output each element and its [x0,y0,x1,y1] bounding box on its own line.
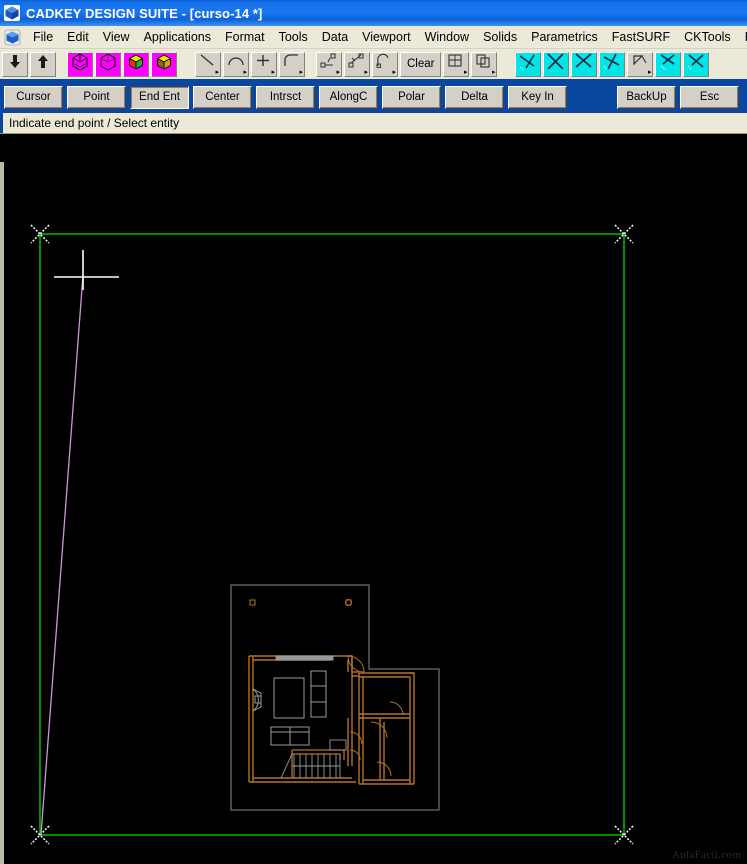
chevron-down-icon: ▸ [336,68,340,76]
staircase [280,749,345,779]
menu-item-help[interactable]: Help [738,28,747,46]
menu-item-edit[interactable]: Edit [60,28,96,46]
menu-item-solids[interactable]: Solids [476,28,524,46]
prompt-text: Indicate end point / Select entity [9,116,180,130]
chevron-down-icon: ▸ [364,68,368,76]
window-title-text: CADKEY DESIGN SUITE - [curso-14 *] [26,5,263,21]
trim-divide-icon [517,53,539,76]
menu-item-cktools[interactable]: CKTools [677,28,738,46]
alongc-mode-button[interactable]: AlongC [319,85,378,109]
furniture [252,655,334,746]
menu-item-view[interactable]: View [96,28,137,46]
position-mode-bar: Cursor Point End Ent Center Intrsct Alon… [0,81,747,113]
window-title-bar: CADKEY DESIGN SUITE - [curso-14 *] [0,0,747,26]
crosshatch-button[interactable]: ▸ [443,51,470,77]
cursor-mode-button[interactable]: Cursor [4,85,63,109]
menu-item-file[interactable]: File [26,28,60,46]
move-up-button[interactable] [30,51,56,77]
stair-upper-block [329,739,347,751]
arc-tool-button[interactable]: ▸ [223,51,249,77]
site-watermark: AulaFacil.com [672,849,741,861]
key-in-mode-button[interactable]: Key In [508,85,567,109]
trim-divide-button[interactable] [515,51,542,77]
menu-item-fastsurf[interactable]: FastSURF [605,28,677,46]
plot-outline [230,584,440,811]
wireframe-view-button[interactable] [67,51,93,77]
drawing-canvas[interactable]: AulaFacil.com [0,162,747,864]
menu-bar: File Edit View Applications Format Tools… [0,26,747,49]
rubber-band-line [40,274,84,836]
menu-item-tools[interactable]: Tools [272,28,315,46]
trim-x-icon [545,53,567,76]
chevron-down-icon: ▸ [392,68,396,76]
trim-first-button[interactable] [543,51,570,77]
menu-item-parametrics[interactable]: Parametrics [524,28,605,46]
line-tool-button[interactable]: ▸ [195,51,221,77]
esc-button[interactable]: Esc [680,85,739,109]
chevron-down-icon: ▸ [491,68,496,76]
drawing-viewport[interactable] [4,162,747,864]
chevron-down-icon: ▸ [243,68,247,76]
dimension-linear-button[interactable]: ▸ [316,51,342,77]
trim-double-button[interactable] [599,51,626,77]
shaded-view-button[interactable] [123,51,149,77]
arrow-up-icon [36,54,50,74]
delta-mode-button[interactable]: Delta [445,85,504,109]
crosshair-cursor [54,250,119,290]
break-entity-button[interactable]: ▸ [627,51,654,77]
main-toolbar: ▸ ▸ ▸ ▸ ▸ ▸ ▸ Clear ▸ ▸ ▸ [0,49,747,81]
center-mode-button[interactable]: Center [193,85,252,109]
solid-cube-icon [154,53,174,76]
cadkey-cube-icon [4,5,20,21]
menu-item-window[interactable]: Window [418,28,476,46]
trim-x-icon [573,53,595,76]
trim-corner-button[interactable] [683,51,710,77]
chevron-down-icon: ▸ [271,68,275,76]
wireframe-cube-icon [70,52,90,76]
building-walls [248,655,415,785]
prompt-status-bar: Indicate end point / Select entity [0,113,747,134]
dimension-angular-button[interactable]: ▸ [344,51,370,77]
point-tool-button[interactable]: ▸ [251,51,277,77]
chevron-down-icon: ▸ [463,68,468,76]
survey-markers [249,599,352,606]
chevron-down-icon: ▸ [215,68,219,76]
arrow-down-icon [8,54,22,74]
intrsct-mode-button[interactable]: Intrsct [256,85,315,109]
fillet-tool-button[interactable]: ▸ [279,51,305,77]
viewport-boundary [39,233,625,836]
extend-x-icon [657,53,679,76]
floor-plan-drawing [230,584,440,811]
render-view-button[interactable] [151,51,177,77]
menu-item-viewport[interactable]: Viewport [355,28,417,46]
door-swing-arcs [347,655,404,777]
wireframe-cube-icon [98,52,118,76]
menu-item-data[interactable]: Data [315,28,355,46]
copy-entity-button[interactable]: ▸ [471,51,498,77]
leader-note-button[interactable]: ▸ [372,51,398,77]
backup-button[interactable]: BackUp [617,85,676,109]
trim-x-icon [685,53,707,76]
chevron-down-icon: ▸ [299,68,303,76]
move-down-button[interactable] [2,51,28,77]
chevron-down-icon: ▸ [647,68,652,76]
clear-button[interactable]: Clear [400,51,442,77]
extend-entity-button[interactable] [655,51,682,77]
menu-item-format[interactable]: Format [218,28,272,46]
trim-both-button[interactable] [571,51,598,77]
cadkey-cube-icon[interactable] [4,29,21,46]
shaded-cube-icon [126,53,146,76]
trim-divide-icon [601,53,623,76]
polar-mode-button[interactable]: Polar [382,85,441,109]
menu-item-applications[interactable]: Applications [137,28,218,46]
end-ent-mode-button[interactable]: End Ent [130,85,189,109]
point-mode-button[interactable]: Point [67,85,126,109]
hidden-line-view-button[interactable] [95,51,121,77]
